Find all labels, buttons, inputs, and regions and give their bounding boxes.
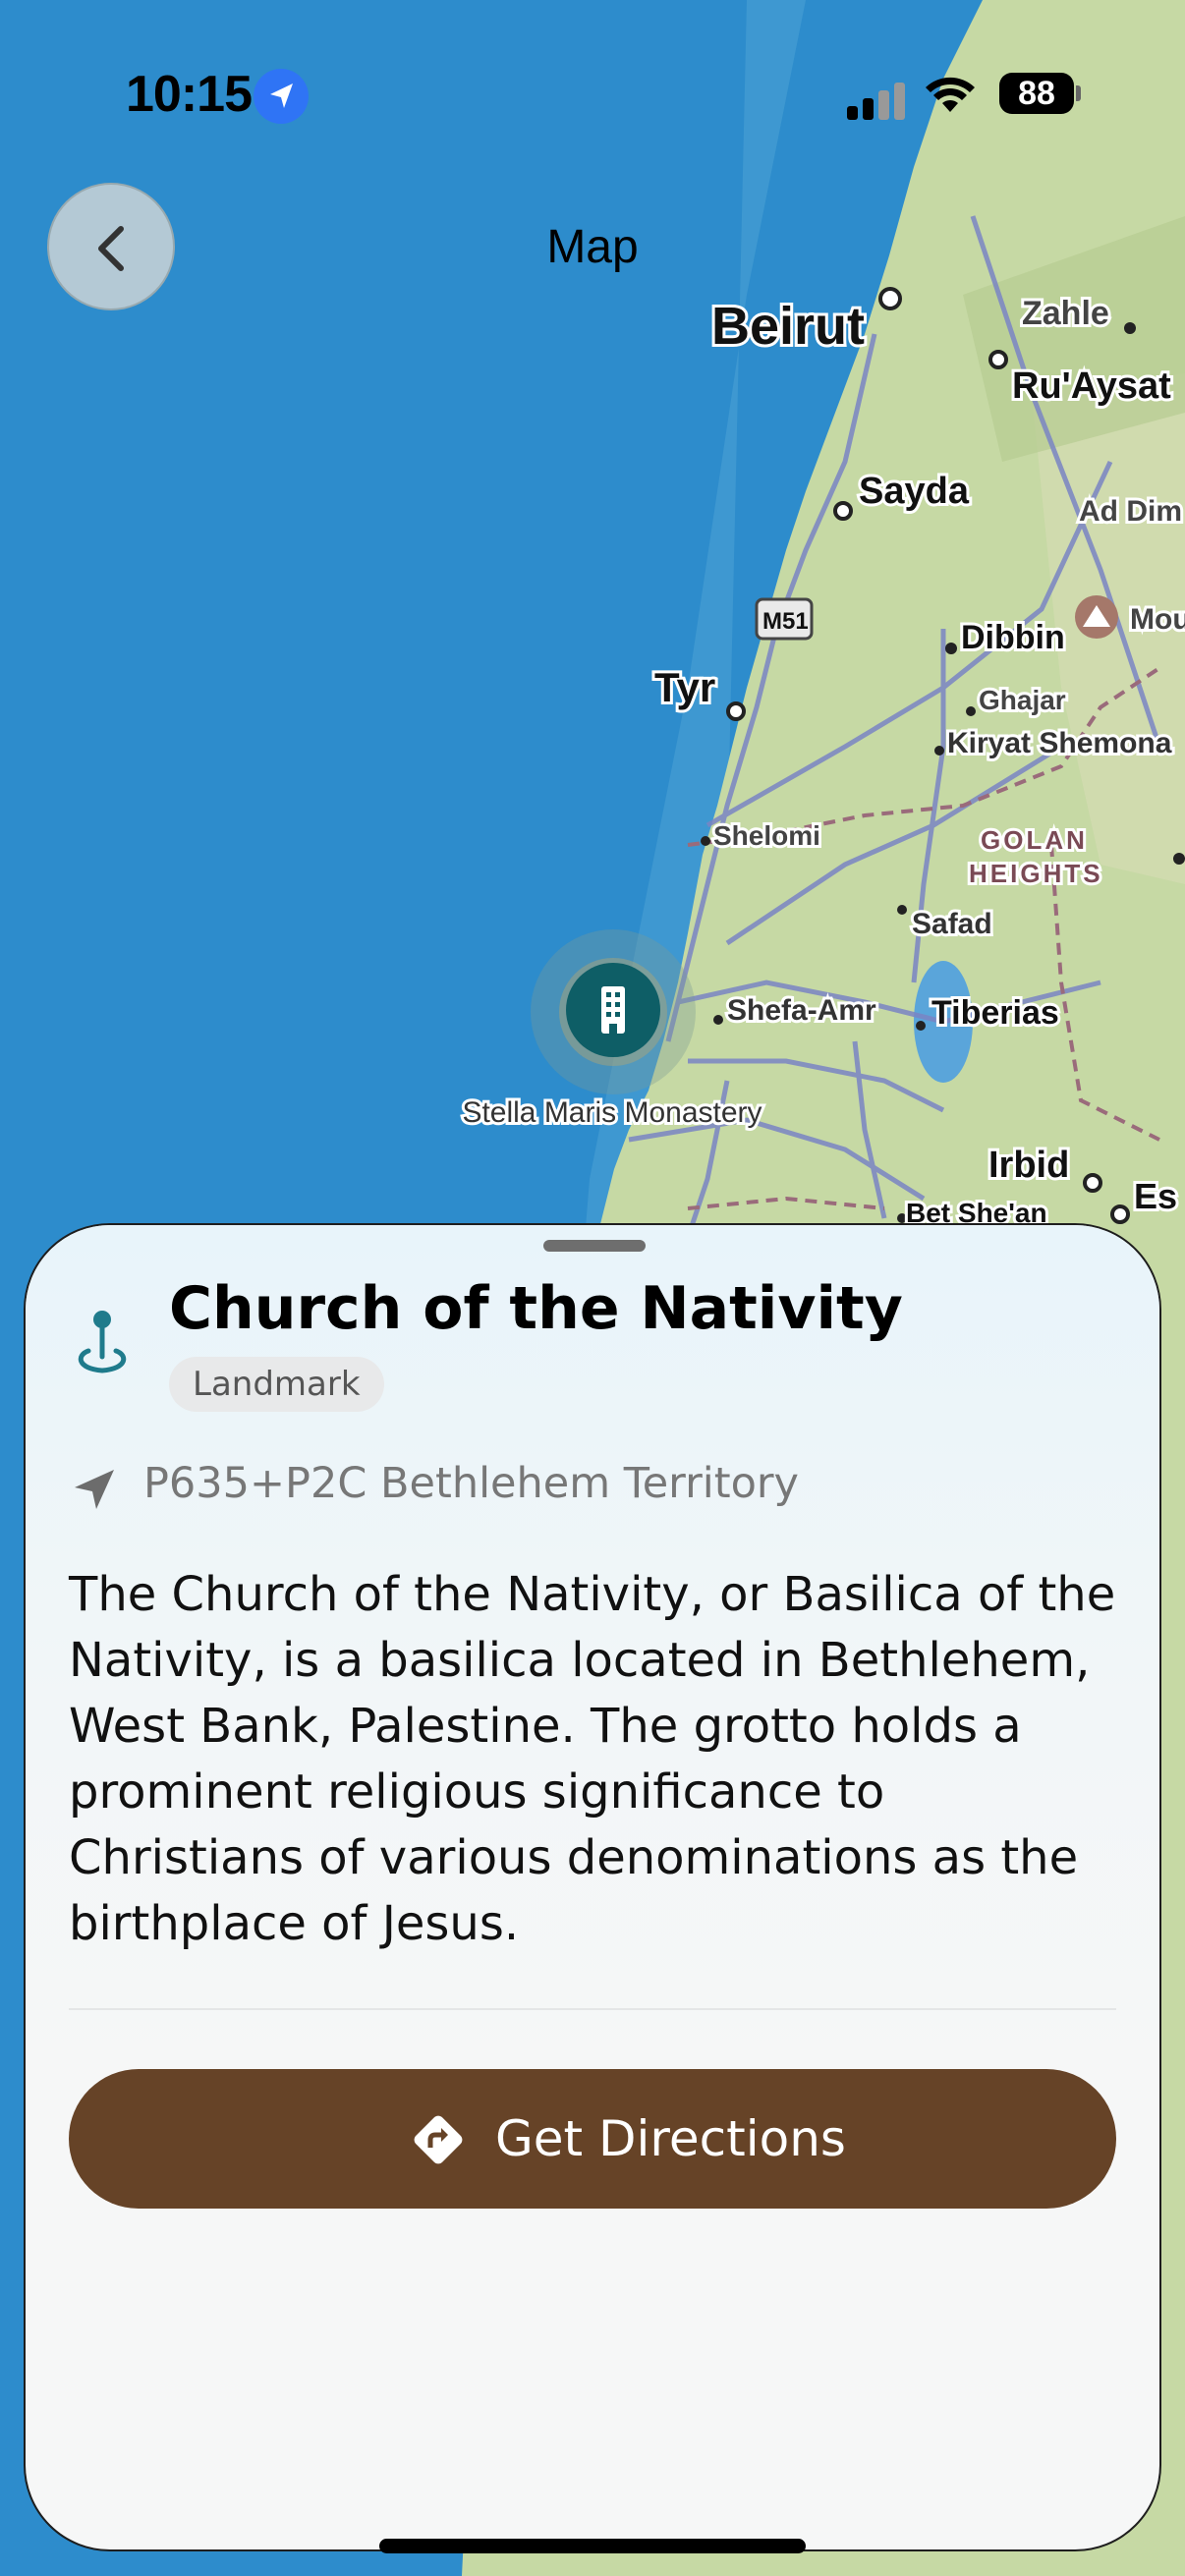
home-indicator[interactable]	[379, 2539, 806, 2553]
location-arrow-icon	[75, 1470, 114, 1509]
battery-tip	[1076, 85, 1081, 101]
map-label-ruaysat: Ru'Aysat	[1012, 365, 1171, 407]
map-label-m51: M51	[762, 608, 809, 635]
get-directions-button[interactable]: Get Directions	[69, 2069, 1116, 2209]
place-description: The Church of the Nativity, or Basilica …	[69, 1567, 1116, 1951]
wifi-icon	[926, 77, 975, 112]
map-label-irbid: Irbid	[988, 1145, 1069, 1186]
cellular-signal-icon	[847, 81, 906, 120]
divider	[69, 2008, 1116, 2010]
directions-icon	[414, 2115, 463, 2164]
map-label-shefa-amr: Shefa-Amr	[727, 994, 876, 1027]
status-bar: 10:15 88	[0, 61, 1185, 130]
map-label-zahle: Zahle	[1022, 295, 1109, 332]
place-title: Church of the Nativity	[169, 1274, 903, 1343]
map-label-dibbin: Dibbin	[961, 619, 1065, 656]
building-marker-icon[interactable]	[566, 963, 660, 1057]
place-details-sheet: Church of the Nativity Landmark P635+P2C…	[24, 1223, 1161, 2551]
status-time: 10:15	[126, 66, 253, 123]
location-arrow-icon	[254, 69, 309, 124]
category-badge: Landmark	[169, 1357, 384, 1412]
map-label-heights: HEIGHTS	[969, 859, 1103, 888]
sheet-grabber[interactable]	[543, 1240, 646, 1252]
place-address[interactable]: P635+P2C Bethlehem Territory	[143, 1459, 799, 1508]
map-label-mou: Mou	[1130, 603, 1185, 636]
map-label-tyr: Tyr	[654, 664, 715, 710]
map-label-es: Es	[1134, 1176, 1177, 1216]
battery-icon: 88	[999, 73, 1074, 114]
map-label-sayda: Sayda	[859, 471, 970, 512]
marker-label: Stella Maris Monastery	[462, 1096, 762, 1129]
map-label-beirut: Beirut	[711, 297, 865, 356]
map-label-ad-dim: Ad Dim	[1079, 495, 1182, 528]
map-pin-icon	[78, 1311, 127, 1373]
map-label-safad: Safad	[912, 908, 992, 940]
page-title: Map	[546, 221, 639, 273]
map-label-kiryat-shemona: Kiryat Shemona	[947, 727, 1172, 759]
map-label-shelomi: Shelomi	[713, 820, 820, 851]
get-directions-label: Get Directions	[495, 2110, 846, 2167]
map-label-ghajar: Ghajar	[979, 685, 1066, 715]
map-label-tiberias: Tiberias	[931, 994, 1059, 1032]
map-label-golan: GOLAN	[981, 825, 1088, 855]
